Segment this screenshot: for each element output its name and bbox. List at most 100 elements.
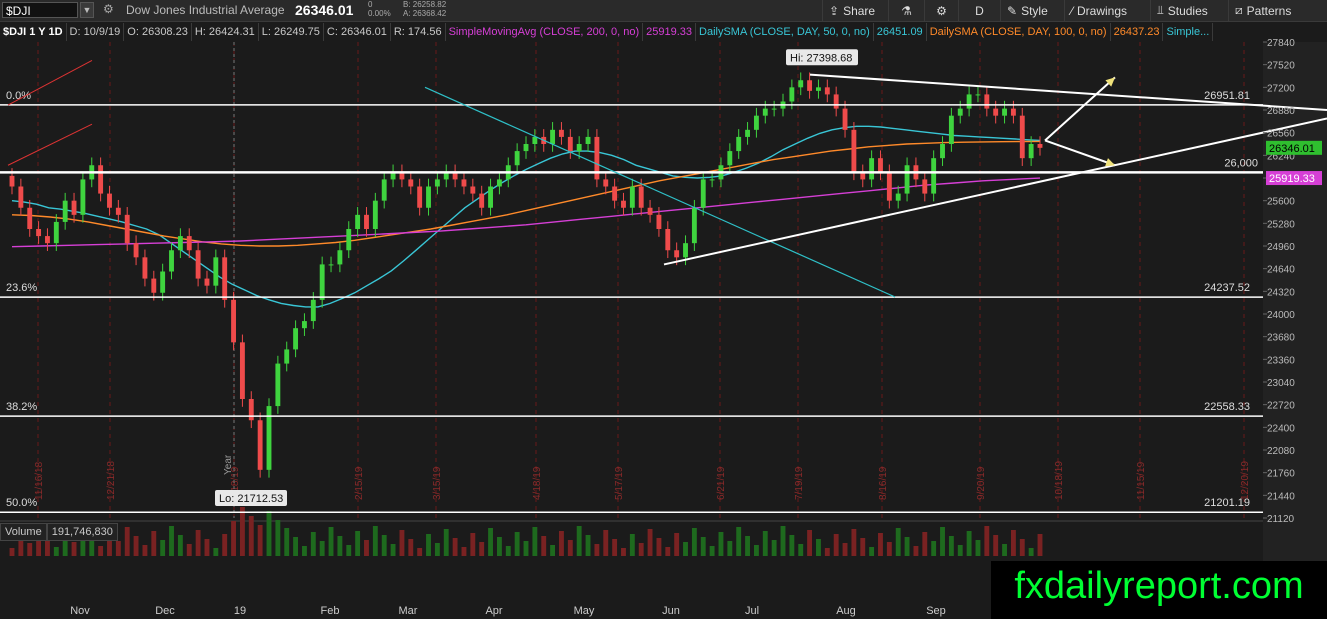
sma50-label[interactable]: DailySMA (CLOSE, DAY, 50, 0, no) (696, 23, 874, 41)
y-tick-label: 23040 (1267, 378, 1295, 389)
y-tick-label: 22720 (1267, 401, 1295, 412)
candle-body (780, 101, 786, 109)
volume-bar (266, 511, 272, 556)
volume-bar (842, 543, 848, 556)
last-price-badge: 26346.01 (1269, 143, 1315, 155)
candle-body (541, 136, 547, 144)
high-label: Hi: 27398.68 (790, 52, 852, 64)
x-tick-label: Jun (662, 605, 680, 617)
candle-body (514, 151, 520, 166)
candle-body (559, 129, 564, 137)
candle-body (328, 264, 334, 266)
symbol-input[interactable]: $DJI (2, 2, 78, 18)
candle-body (532, 136, 538, 144)
patterns-label: Patterns (1246, 3, 1292, 18)
watermark-logo: fxdailyreport.com (991, 561, 1327, 619)
volume-bar (913, 546, 919, 556)
y-tick-label: 22080 (1267, 446, 1295, 457)
sma-badge: 25919.33 (1269, 173, 1315, 185)
volume-bar (381, 535, 387, 556)
header-open: O: 26308.23 (124, 23, 192, 41)
volume-bar (621, 548, 626, 556)
volume-bar (824, 548, 830, 556)
volume-bar (904, 537, 910, 556)
candle-body (284, 349, 290, 364)
studies-icon: ⫫ (1157, 3, 1164, 17)
drawings-button[interactable]: ⁄ Drawings (1064, 0, 1150, 21)
volume-bar (355, 531, 361, 556)
x-tick-label: Sep (926, 605, 946, 617)
y-tick-label: 27200 (1267, 83, 1295, 94)
candle-body (824, 87, 830, 95)
candle-body (869, 158, 875, 180)
style-button[interactable]: ✎ Style (1000, 0, 1064, 21)
settings-button[interactable]: ⚙ (924, 0, 958, 21)
sma100-label[interactable]: DailySMA (CLOSE, DAY, 100, 0, no) (927, 23, 1111, 41)
fib-label: 38.2% (6, 401, 37, 413)
candle-body (142, 257, 148, 279)
volume-bar (1037, 534, 1043, 556)
share-label: Share (843, 3, 876, 18)
last-price-badge-bg (1266, 140, 1322, 155)
candle-body (426, 186, 431, 208)
sma100-value: 26437.23 (1111, 23, 1164, 41)
volume-bar (470, 533, 476, 556)
volume-bar (124, 527, 130, 556)
sma200-line (11, 177, 1041, 248)
volume-bar (426, 534, 431, 556)
volume-bar (142, 545, 148, 556)
candle-body (833, 94, 839, 109)
candle-body (372, 200, 378, 229)
chart-title: $DJI 1 Y 1D (0, 23, 67, 41)
share-button[interactable]: ⇪ Share (822, 0, 888, 21)
candle-body (816, 87, 821, 91)
gear-icon[interactable]: ⚙ (103, 2, 114, 16)
candle-body (745, 129, 750, 137)
candle-body (975, 94, 981, 96)
studies-button[interactable]: ⫫ Studies (1150, 0, 1228, 21)
bull-arrow-head (1105, 77, 1115, 87)
y-tick-label: 26240 (1267, 151, 1295, 162)
candle-body (904, 165, 910, 194)
change-value: 0 (368, 0, 373, 9)
volume-bar (691, 528, 697, 556)
volume-bar (169, 526, 174, 556)
patterns-button[interactable]: ⧄ Patterns (1228, 0, 1327, 21)
sma200-label[interactable]: SimpleMovingAvg (CLOSE, 200, 0, no) (446, 23, 644, 41)
candle-body (638, 186, 644, 208)
expiry-label: 2/15/19 (354, 466, 365, 500)
expiry-label: 1/18/19 (230, 466, 241, 500)
expiry-label: 9/20/19 (976, 466, 987, 500)
candle-body (452, 172, 458, 180)
volume-bar (222, 534, 228, 556)
candle-body (913, 165, 919, 180)
symbol-dropdown-icon[interactable]: ▼ (80, 2, 94, 18)
sma100-line (11, 140, 1041, 247)
flask-button[interactable]: ⚗ (888, 0, 924, 21)
volume-bar (399, 530, 405, 556)
volume-bar (328, 527, 334, 556)
more-studies[interactable]: Simple... (1163, 23, 1214, 41)
price-chart[interactable]: 11/16/18 12/21/18 1/18/19 2/15/19 3/15/19 4/1… (0, 0, 1327, 619)
y-tick-label: 27840 (1267, 38, 1295, 49)
upper-triangle-line (809, 73, 1327, 111)
y-tick-label: 24960 (1267, 242, 1295, 253)
volume-bar (417, 548, 423, 556)
y-tick-label: 23680 (1267, 333, 1295, 344)
bull-arrow (1044, 76, 1116, 142)
candle-body (151, 278, 157, 293)
candle-body (966, 94, 972, 109)
period-button[interactable]: D (958, 0, 1000, 21)
expiry-label: 12/21/18 (106, 461, 117, 500)
candle-body (1037, 144, 1043, 148)
volume-bar (878, 533, 883, 556)
candle-body (851, 129, 857, 173)
volume-header: Volume 191,746,830 (0, 523, 118, 541)
volume-label: Volume (0, 523, 47, 541)
volume-bar (886, 542, 892, 556)
candle-body (27, 207, 33, 229)
last-price: 26346.01 (295, 2, 354, 18)
header-date: D: 10/9/19 (67, 23, 125, 41)
candle-body (895, 193, 901, 201)
volume-bar (337, 536, 343, 556)
